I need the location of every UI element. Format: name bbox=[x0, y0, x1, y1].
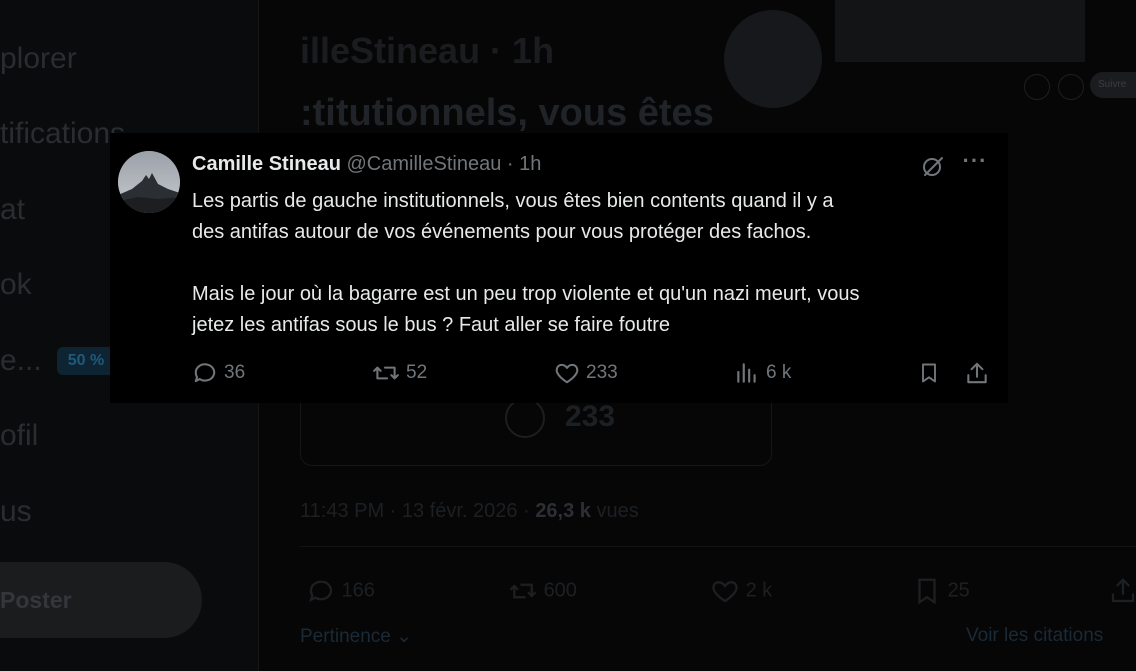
chevron-down-icon: ⌄ bbox=[390, 626, 413, 647]
author-name[interactable]: Camille Stineau bbox=[192, 153, 341, 175]
avatar-mountain-image bbox=[118, 151, 180, 213]
share-icon bbox=[1111, 578, 1135, 603]
avatar[interactable] bbox=[118, 151, 180, 213]
tweet-text: Les partis de gauche institutionnels, vo… bbox=[192, 186, 992, 341]
bg-likes-count: 233 bbox=[565, 400, 616, 433]
bg-tweet-handle: illeStineau · 1h bbox=[300, 30, 555, 71]
views-count: 6 k bbox=[766, 362, 792, 383]
nav-item-premium[interactable]: e... bbox=[0, 344, 42, 378]
bg-like-action[interactable]: 2 k bbox=[710, 576, 772, 606]
bg-repost-count: 600 bbox=[543, 579, 577, 602]
post-button[interactable]: Poster bbox=[0, 562, 202, 638]
message-icon[interactable] bbox=[1058, 74, 1084, 100]
tweet-actions: 36 52 233 6 k bbox=[192, 357, 1008, 389]
tweet-text-line: Mais le jour où la bagarre est un peu tr… bbox=[192, 283, 860, 305]
premium-discount-badge: 50 % bbox=[57, 347, 115, 375]
repost-count: 52 bbox=[406, 362, 428, 383]
reply-count: 36 bbox=[224, 362, 246, 383]
repost-icon bbox=[509, 583, 537, 599]
nav-item-chat[interactable]: at bbox=[0, 193, 25, 227]
bookmark-icon bbox=[922, 363, 936, 383]
bookmark-icon bbox=[918, 578, 936, 605]
share-icon bbox=[967, 362, 987, 384]
bg-reply-action[interactable]: 166 bbox=[306, 576, 375, 606]
header-separator: · bbox=[506, 153, 514, 175]
tweet-views-count: 26,3 k bbox=[535, 500, 591, 522]
view-quotes-link[interactable]: Voir les citations bbox=[966, 625, 1103, 647]
bg-bookmark-count: 25 bbox=[947, 579, 970, 602]
tweet-views-label: vues bbox=[590, 500, 639, 522]
bg-bookmark-action[interactable]: 25 bbox=[912, 576, 970, 606]
tweet-text-line: Les partis de gauche institutionnels, vo… bbox=[192, 190, 834, 212]
nav-item-grok[interactable]: ok bbox=[0, 268, 32, 302]
bg-divider bbox=[300, 546, 1136, 547]
bg-profile-avatar bbox=[724, 10, 822, 108]
tweet-card[interactable]: Camille Stineau @CamilleStineau · 1h ···… bbox=[110, 133, 1008, 403]
bg-tweet-text: :titutionnels, vous êtes bbox=[300, 92, 714, 134]
bg-share-action[interactable] bbox=[1108, 576, 1136, 606]
tweet-text-line: des antifas autour de vos événements pou… bbox=[192, 221, 812, 243]
nav-item-notifications[interactable]: tifications bbox=[0, 117, 125, 151]
bookmark-button[interactable] bbox=[914, 357, 944, 389]
profile-banner bbox=[835, 0, 1085, 62]
nav-item-explorer[interactable]: plorer bbox=[0, 42, 77, 76]
sort-replies-dropdown[interactable]: Pertinence ⌄ bbox=[300, 625, 412, 648]
tweet-text-line: jetez les antifas sous le bus ? Faut all… bbox=[192, 314, 671, 336]
heart-icon bbox=[555, 363, 579, 384]
heart-icon bbox=[712, 581, 738, 603]
nav-item-more[interactable]: us bbox=[0, 495, 32, 529]
nav-item-profile[interactable]: ofil bbox=[0, 419, 38, 453]
analytics-icon bbox=[737, 363, 756, 383]
tweet-meta: 11:43 PM · 13 févr. 2026 · 26,3 k vues bbox=[300, 500, 639, 523]
like-count: 233 bbox=[586, 362, 618, 383]
follow-button[interactable]: Suivre bbox=[1090, 72, 1136, 98]
reply-icon bbox=[309, 580, 333, 602]
sort-label: Pertinence bbox=[300, 626, 391, 647]
bg-repost-action[interactable]: 600 bbox=[508, 576, 577, 606]
share-button[interactable] bbox=[962, 357, 992, 389]
repost-button[interactable]: 52 bbox=[372, 357, 427, 389]
tweet-timestamp: 11:43 PM · 13 févr. 2026 · bbox=[300, 500, 536, 522]
author-handle[interactable]: @CamilleStineau bbox=[347, 153, 502, 175]
grok-icon[interactable] bbox=[920, 153, 946, 179]
reply-icon bbox=[194, 363, 216, 383]
tweet-time[interactable]: 1h bbox=[519, 153, 541, 175]
more-options-icon[interactable]: ··· bbox=[960, 149, 990, 179]
bg-reply-count: 166 bbox=[341, 579, 375, 602]
repost-icon bbox=[373, 366, 399, 380]
bg-heart-icon bbox=[505, 398, 545, 438]
reply-button[interactable]: 36 bbox=[192, 357, 245, 389]
like-button[interactable]: 233 bbox=[554, 357, 618, 389]
tweet-header: Camille Stineau @CamilleStineau · 1h bbox=[192, 153, 541, 176]
views-button[interactable]: 6 k bbox=[734, 357, 791, 389]
more-options-icon[interactable] bbox=[1024, 74, 1050, 100]
bg-like-count: 2 k bbox=[745, 579, 773, 602]
